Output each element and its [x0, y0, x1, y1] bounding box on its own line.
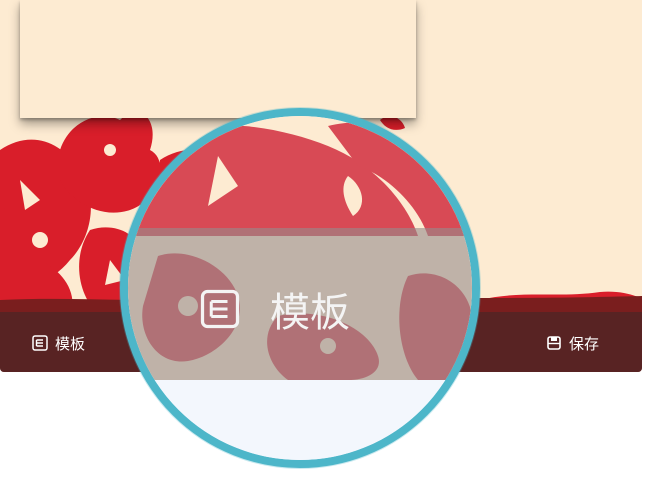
save-button[interactable]: 保存 — [546, 332, 599, 354]
template-label: 模板 — [55, 334, 86, 353]
magnified-view: 模板 — [128, 116, 472, 460]
save-label: 保存 — [569, 334, 600, 353]
magnifier-lens: 模板 — [120, 108, 480, 468]
template-icon — [32, 335, 48, 351]
template-icon — [200, 289, 240, 329]
magnified-template-button: 模板 — [200, 280, 350, 338]
magnified-template-label: 模板 — [270, 290, 350, 336]
save-icon — [547, 336, 561, 350]
template-button[interactable]: 模板 — [32, 332, 85, 354]
content-card — [20, 0, 416, 118]
